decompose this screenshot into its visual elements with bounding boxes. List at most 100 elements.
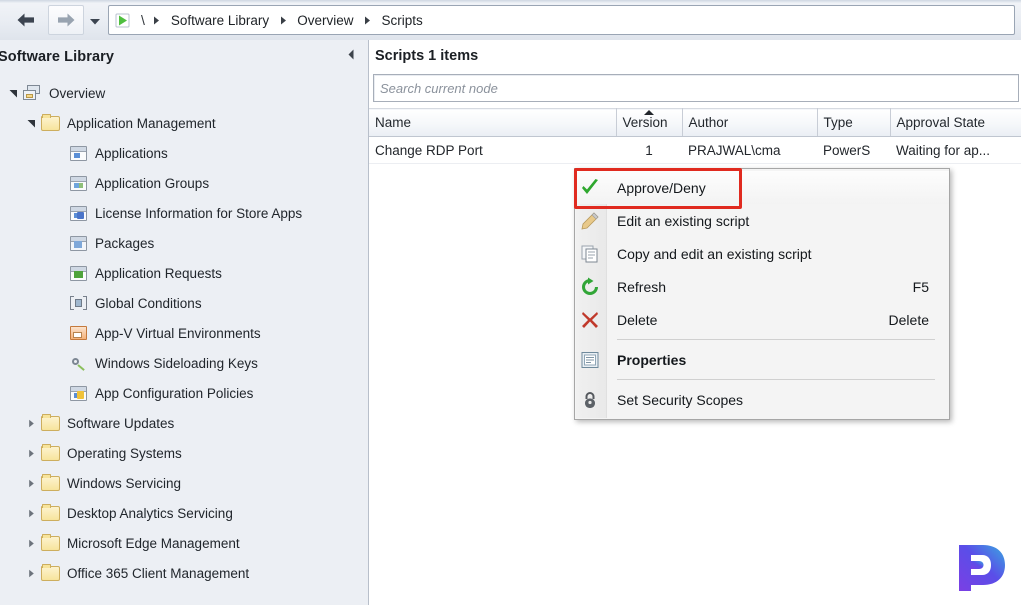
sidebar-title: Software Library xyxy=(0,49,115,65)
back-button[interactable] xyxy=(8,5,44,35)
context-menu-item-label: Refresh xyxy=(617,278,667,295)
context-menu-item-shortcut: F5 xyxy=(912,278,929,295)
search-input[interactable] xyxy=(374,76,1018,100)
copy-icon xyxy=(575,237,605,270)
tree-twisty-placeholder xyxy=(52,296,66,310)
sidebar-item-label: App-V Virtual Environments xyxy=(95,325,261,341)
sidebar-item-office-365-client-management[interactable]: Office 365 Client Management xyxy=(0,558,368,588)
history-dropdown-button[interactable] xyxy=(86,8,104,32)
tree-collapse-icon[interactable] xyxy=(24,476,38,490)
sidebar-collapse-button[interactable] xyxy=(344,49,358,63)
sidebar-item-application-requests[interactable]: Application Requests xyxy=(0,258,368,288)
breadcrumb-item-software-library[interactable]: Software Library xyxy=(167,13,273,28)
tree-collapse-icon[interactable] xyxy=(24,566,38,580)
context-menu-item-set-security-scopes[interactable]: Set Security Scopes xyxy=(575,383,949,416)
context-menu-item-properties[interactable]: Properties xyxy=(575,343,949,376)
tree-collapse-icon[interactable] xyxy=(24,416,38,430)
tree-twisty-placeholder xyxy=(52,326,66,340)
tree-expand-icon[interactable] xyxy=(6,86,20,100)
sidebar-item-label: Microsoft Edge Management xyxy=(67,535,240,551)
sidebar-item-overview[interactable]: Overview xyxy=(0,78,368,108)
cell-approval-state: Waiting for ap... xyxy=(890,136,1021,164)
sidebar-item-desktop-analytics-servicing[interactable]: Desktop Analytics Servicing xyxy=(0,498,368,528)
breadcrumb-root[interactable]: \ xyxy=(135,12,147,28)
sidebar-item-windows-sideloading-keys[interactable]: Windows Sideloading Keys xyxy=(0,348,368,378)
windows-sideloading-keys-icon xyxy=(68,354,88,372)
context-menu[interactable]: Approve/Deny Edit an existing script Copy … xyxy=(574,168,950,420)
app-v-virtual-environments-icon xyxy=(68,324,88,342)
sidebar-item-packages[interactable]: Packages xyxy=(0,228,368,258)
sidebar: Software Library Overview Application Man… xyxy=(0,40,369,605)
page-title: Scripts 1 items xyxy=(375,48,479,64)
sidebar-item-windows-servicing[interactable]: Windows Servicing xyxy=(0,468,368,498)
breadcrumb-separator-icon xyxy=(147,16,167,25)
cell-type: PowerS xyxy=(817,136,890,164)
packages-icon xyxy=(68,234,88,252)
context-menu-item-label: Approve/Deny xyxy=(617,179,706,196)
search-box[interactable] xyxy=(373,74,1019,102)
tree-twisty-placeholder xyxy=(52,236,66,250)
sidebar-item-license-information-for-store-apps[interactable]: License Information for Store Apps xyxy=(0,198,368,228)
context-menu-item-label: Properties xyxy=(617,351,687,368)
sidebar-item-applications[interactable]: Applications xyxy=(0,138,368,168)
breadcrumb-separator-icon xyxy=(357,16,377,25)
column-header-approval-state[interactable]: Approval State xyxy=(890,108,1021,137)
arrow-left-icon xyxy=(15,11,37,29)
sidebar-item-global-conditions[interactable]: Global Conditions xyxy=(0,288,368,318)
tree-collapse-icon[interactable] xyxy=(24,506,38,520)
context-menu-item-delete[interactable]: Delete Delete xyxy=(575,303,949,336)
application-groups-icon xyxy=(68,174,88,192)
tree-expand-icon[interactable] xyxy=(24,116,38,130)
forward-button[interactable] xyxy=(48,5,84,35)
sidebar-item-app-configuration-policies[interactable]: App Configuration Policies xyxy=(0,378,368,408)
sidebar-item-label: Global Conditions xyxy=(95,295,202,311)
sidebar-item-application-groups[interactable]: Application Groups xyxy=(0,168,368,198)
context-menu-item-edit-an-existing-script[interactable]: Edit an existing script xyxy=(575,204,949,237)
context-menu-item-copy-and-edit-an-existing-script[interactable]: Copy and edit an existing script xyxy=(575,237,949,270)
context-menu-item-label: Edit an existing script xyxy=(617,212,750,229)
folder-icon xyxy=(40,533,60,552)
sidebar-item-label: Overview xyxy=(49,85,106,101)
green-play-icon xyxy=(109,13,135,28)
sidebar-item-label: Operating Systems xyxy=(67,445,182,461)
context-menu-item-approve-deny[interactable]: Approve/Deny xyxy=(575,171,949,204)
context-menu-separator xyxy=(617,379,935,380)
tree-collapse-icon[interactable] xyxy=(24,536,38,550)
refresh-icon xyxy=(575,270,605,303)
sidebar-item-operating-systems[interactable]: Operating Systems xyxy=(0,438,368,468)
column-header-version[interactable]: Version xyxy=(616,108,683,137)
tree-twisty-placeholder xyxy=(52,356,66,370)
column-header-author[interactable]: Author xyxy=(682,108,818,137)
sidebar-item-label: Application Management xyxy=(67,115,216,131)
tree-collapse-icon[interactable] xyxy=(24,446,38,460)
sidebar-item-label: Windows Servicing xyxy=(67,475,182,491)
context-menu-item-label: Set Security Scopes xyxy=(617,391,744,408)
application-requests-icon xyxy=(68,264,88,282)
tree-twisty-placeholder xyxy=(52,176,66,190)
sidebar-item-software-updates[interactable]: Software Updates xyxy=(0,408,368,438)
folder-icon xyxy=(40,113,60,132)
cell-version: 1 xyxy=(616,136,682,164)
column-header-name[interactable]: Name xyxy=(369,108,617,137)
properties-icon xyxy=(575,343,605,376)
sidebar-item-label: Applications xyxy=(95,145,168,161)
lock-icon xyxy=(575,383,605,416)
sidebar-item-app-v-virtual-environments[interactable]: App-V Virtual Environments xyxy=(0,318,368,348)
sidebar-item-microsoft-edge-management[interactable]: Microsoft Edge Management xyxy=(0,528,368,558)
table-row[interactable]: Change RDP Port 1 PRAJWAL\cma PowerS Wai… xyxy=(369,136,1021,164)
context-menu-item-refresh[interactable]: Refresh F5 xyxy=(575,270,949,303)
tree-twisty-placeholder xyxy=(52,206,66,220)
sidebar-item-label: Office 365 Client Management xyxy=(67,565,250,581)
breadcrumb-bar[interactable]: \ Software Library Overview Scripts xyxy=(108,5,1015,35)
sidebar-item-application-management[interactable]: Application Management xyxy=(0,108,368,138)
context-menu-item-label: Delete xyxy=(617,311,658,328)
application-window: \ Software Library Overview Scripts Soft… xyxy=(0,0,1021,605)
breadcrumb-item-overview[interactable]: Overview xyxy=(293,13,357,28)
tree-twisty-placeholder xyxy=(52,146,66,160)
content-header: Scripts 1 items xyxy=(369,40,1021,72)
breadcrumb-item-scripts[interactable]: Scripts xyxy=(377,13,426,28)
column-header-type[interactable]: Type xyxy=(817,108,891,137)
chevron-left-icon xyxy=(347,49,355,63)
sidebar-item-label: Packages xyxy=(95,235,155,251)
navigation-bar: \ Software Library Overview Scripts xyxy=(0,0,1021,41)
